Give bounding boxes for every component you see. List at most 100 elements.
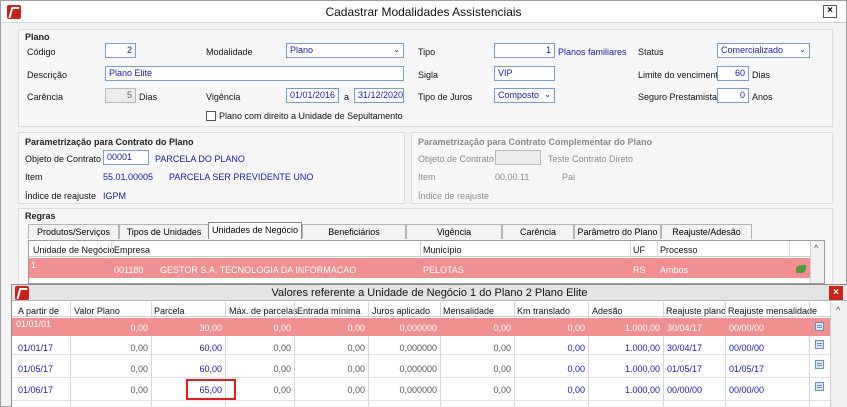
col-max-parcelas: Máx. de parcelas	[229, 306, 298, 316]
tab-parametro-plano[interactable]: Parâmetro do Plano	[574, 224, 661, 239]
chevron-down-icon: ⌄	[544, 90, 551, 99]
col-divider	[789, 241, 790, 257]
tab-vigencia[interactable]: Vigência	[406, 224, 502, 239]
cell-reajuste-mensalidade: 00/00/00	[729, 343, 765, 353]
details-icon[interactable]	[815, 382, 824, 391]
cell-reajuste-mensalidade: 00/00/00	[729, 385, 765, 395]
tipo-input[interactable]: 1	[494, 43, 555, 58]
indice-reajuste-value: IGPM	[103, 191, 127, 201]
cell-parcela: 60,00	[199, 343, 222, 353]
vigencia-separator: a	[344, 92, 350, 102]
scroll-up-icon[interactable]: ^	[836, 305, 840, 315]
tab-tipos-unidades[interactable]: Tipos de Unidades	[119, 224, 209, 239]
col-municipio: Município	[423, 245, 462, 255]
status-select[interactable]: Comercializado ⌄	[717, 43, 810, 58]
vigencia-end-input[interactable]: 31/12/2020	[354, 88, 404, 103]
cell-reajuste-mensalidade: 01/05/17	[729, 364, 765, 374]
cell-municipio: PELOTAS	[423, 265, 464, 275]
cell-adesao: 1.000,00	[624, 385, 660, 395]
chevron-down-icon: ⌄	[393, 45, 400, 54]
modalidade-label: Modalidade	[206, 47, 253, 57]
col-a-partir-de: A partir de	[18, 306, 60, 316]
sepultamento-checkbox[interactable]	[206, 111, 216, 121]
cell-juros-aplicado: 0,000000	[399, 364, 437, 374]
details-icon[interactable]	[815, 322, 824, 331]
tab-reajuste-adesao[interactable]: Reajuste/Adesão	[661, 224, 752, 239]
cell-km-translado: 0,00	[567, 385, 585, 395]
cell-reajuste-plano: 01/05/17	[667, 364, 703, 374]
cell-empresa-code: 001180	[114, 265, 144, 275]
col-divider	[657, 241, 658, 257]
table-row[interactable]: 01/01/01 0,00 30,00 0,00 0,00 0,000000 0…	[12, 318, 830, 336]
descricao-input[interactable]: Plano Elite	[105, 66, 404, 81]
title-bar: Cadastrar Modalidades Assistenciais ×	[1, 1, 846, 23]
cell-juros-aplicado: 0,000000	[399, 343, 437, 353]
col-parcela: Parcela	[154, 306, 185, 316]
seguro-unit: Anos	[752, 92, 773, 102]
tab-beneficiarios[interactable]: Beneficiários	[302, 224, 406, 239]
vigencia-start-input[interactable]: 01/01/2016	[286, 88, 339, 103]
cell-mensalidade: 0,00	[493, 385, 511, 395]
compl-item-value: 00.00.11	[495, 172, 530, 182]
details-icon[interactable]	[815, 360, 824, 369]
tab-carencia[interactable]: Carência	[502, 224, 574, 239]
window-title: Cadastrar Modalidades Assistenciais	[325, 5, 522, 19]
cell-reajuste-mensalidade: 00/00/00	[729, 323, 765, 333]
cell-adesao: 1.000,00	[624, 364, 660, 374]
close-window-button[interactable]: ×	[823, 5, 837, 18]
sigla-input[interactable]: VIP	[494, 66, 555, 81]
valores-title: Valores referente a Unidade de Negócio 1…	[271, 287, 588, 299]
cell-entrada-minima: 0,00	[347, 343, 365, 353]
col-juros-aplicado: Juros aplicado	[372, 306, 431, 316]
tipo-juros-label: Tipo de Juros	[418, 92, 473, 102]
objeto-contrato-input[interactable]: 00001	[103, 150, 149, 165]
cell-valor-plano: 0,00	[130, 364, 148, 374]
descricao-label: Descrição	[27, 70, 68, 80]
tipo-description: Planos familiares	[558, 47, 627, 57]
col-uf: UF	[633, 245, 645, 255]
sigla-label: Sigla	[418, 70, 439, 80]
table-row[interactable]: 01/06/17 0,00 65,00 0,00 0,00 0,000000 0…	[12, 379, 830, 401]
tab-unidades-negocio[interactable]: Unidades de Negócio	[208, 222, 302, 239]
codigo-input[interactable]: 2	[105, 43, 136, 58]
cell-max-parcelas: 0,00	[273, 364, 291, 374]
edit-leaf-icon[interactable]	[796, 265, 806, 273]
table-row[interactable]: 1 001180 GESTOR S.A. TECNOLOGIA DA INFOR…	[29, 258, 810, 278]
tab-produtos-servicos[interactable]: Produtos/Serviços	[28, 224, 119, 239]
cell-adesao: 1.000,00	[624, 343, 660, 353]
modalidade-select[interactable]: Plano ⌄	[286, 43, 404, 58]
cell-mensalidade: 0,00	[493, 343, 511, 353]
limite-vencimento-input[interactable]: 60	[717, 66, 749, 81]
cell-juros-aplicado: 0,000000	[399, 323, 437, 333]
compl-item-label: Item	[418, 172, 436, 182]
scroll-up-icon[interactable]: ^	[814, 243, 818, 253]
cell-max-parcelas: 0,00	[273, 343, 291, 353]
tipo-juros-value: Composto	[498, 90, 540, 100]
carencia-unit: Dias	[139, 92, 158, 102]
limite-vencimento-label: Limite do vencimento	[638, 70, 724, 80]
cell-entrada-minima: 0,00	[347, 385, 365, 395]
param-complementar-title: Parametrização para Contrato Complementa…	[418, 137, 653, 147]
col-valor-plano: Valor Plano	[74, 306, 120, 316]
details-icon[interactable]	[815, 340, 824, 349]
carencia-input[interactable]: 5	[105, 88, 136, 103]
objeto-contrato-description: PARCELA DO PLANO	[155, 154, 245, 164]
cell-entrada-minima: 0,00	[347, 323, 365, 333]
unidades-scrollbar[interactable]: ^	[810, 241, 824, 283]
table-row[interactable]: 01/05/17 0,00 60,00 0,00 0,00 0,000000 0…	[12, 356, 830, 378]
valores-grid-body: 01/01/01 0,00 30,00 0,00 0,00 0,000000 0…	[12, 302, 830, 407]
item-value: 55.01.00005	[103, 172, 154, 182]
cell-empresa-name: GESTOR S.A. TECNOLOGIA DA INFORMACAO	[160, 265, 357, 275]
carencia-label: Carência	[27, 92, 64, 102]
col-divider	[111, 241, 112, 257]
status-value: Comercializado	[721, 45, 784, 55]
valores-scrollbar[interactable]: ^	[830, 302, 847, 407]
cell-km-translado: 0,00	[567, 323, 585, 333]
col-processo: Processo	[660, 245, 698, 255]
close-valores-button[interactable]: ×	[829, 286, 843, 300]
tipo-juros-select[interactable]: Composto ⌄	[494, 88, 555, 103]
seguro-prestamista-input[interactable]: 0	[717, 88, 749, 103]
col-entrada-minima: Entrada mínima	[297, 306, 361, 316]
item-label: Item	[25, 172, 43, 182]
table-row[interactable]: 01/01/17 0,00 60,00 0,00 0,00 0,000000 0…	[12, 337, 830, 355]
